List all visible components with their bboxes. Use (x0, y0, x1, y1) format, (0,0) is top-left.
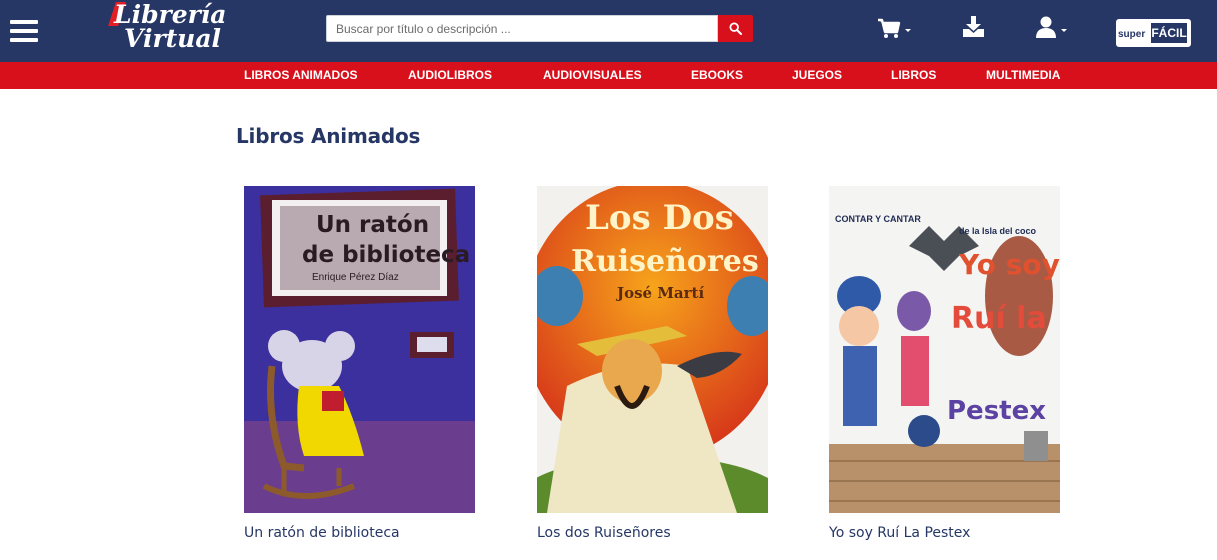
nav-libros[interactable]: LIBROS (891, 62, 936, 89)
cover-author: José Martí (617, 284, 705, 302)
superfacil-super: super (1118, 29, 1146, 40)
nav-juegos[interactable]: JUEGOS (792, 62, 842, 89)
book-cover[interactable]: CONTAR Y CANTAR de la Isla del coco Yo s… (829, 186, 1060, 513)
search-input[interactable] (326, 15, 718, 42)
superfacil-link[interactable]: super FÁCIL (1116, 19, 1191, 47)
category-nav: LIBROS ANIMADOS AUDIOLIBROS AUDIOVISUALE… (0, 62, 1217, 89)
search-bar (326, 15, 753, 42)
cover-subtitle: de la Isla del coco (959, 226, 1037, 236)
cover-collection: CONTAR Y CANTAR (835, 214, 921, 224)
book-title[interactable]: Los dos Ruiseñores (537, 525, 671, 541)
cart-icon (878, 18, 901, 38)
nav-audiovisuales[interactable]: AUDIOVISUALES (543, 62, 642, 89)
download-icon (963, 16, 984, 37)
book-title[interactable]: Yo soy Ruí La Pestex (829, 525, 970, 541)
book-card[interactable]: Los Dos Ruiseñores José Martí Los dos Ru… (537, 186, 769, 541)
download-button[interactable] (962, 16, 986, 40)
cover-title-line3: Pestex (947, 396, 1046, 426)
nav-audiolibros[interactable]: AUDIOLIBROS (408, 62, 492, 89)
book-cover[interactable]: Los Dos Ruiseñores José Martí (537, 186, 768, 513)
book-card[interactable]: CONTAR Y CANTAR de la Isla del coco Yo s… (829, 186, 1061, 541)
cover-title-line1: Un ratón (316, 212, 430, 238)
cover-title-line2: de biblioteca (302, 242, 471, 268)
superfacil-facil: FÁCIL (1149, 21, 1189, 45)
book-title[interactable]: Un ratón de biblioteca (244, 525, 400, 541)
nav-multimedia[interactable]: MULTIMEDIA (986, 62, 1060, 89)
cover-author: Enrique Pérez Díaz (312, 272, 399, 283)
book-cover[interactable]: Un ratón de biblioteca Enrique Pérez Día… (244, 186, 475, 513)
nav-ebooks[interactable]: EBOOKS (691, 62, 743, 89)
cover-title-line1: Yo soy (959, 248, 1060, 281)
book-card[interactable]: Un ratón de biblioteca Enrique Pérez Día… (244, 186, 476, 541)
cover-title-line2: Ruí la (951, 301, 1047, 336)
site-logo[interactable]: Librería Virtual (102, 0, 252, 58)
cover-title-line1: Los Dos (585, 198, 734, 238)
search-icon (729, 22, 742, 35)
search-button[interactable] (718, 15, 753, 42)
chevron-down-icon (1061, 29, 1067, 32)
nav-libros-animados[interactable]: LIBROS ANIMADOS (244, 62, 358, 89)
user-icon (1036, 16, 1056, 38)
user-button[interactable] (1036, 16, 1070, 40)
top-header: Librería Virtual Buscar por título o des… (0, 0, 1217, 62)
page-title: Libros Animados (236, 124, 421, 148)
cover-title-line2: Ruiseñores (571, 244, 759, 279)
menu-icon[interactable] (10, 20, 38, 42)
chevron-down-icon (905, 29, 911, 32)
cart-button[interactable] (877, 16, 913, 40)
logo-line2: Virtual (124, 24, 222, 53)
